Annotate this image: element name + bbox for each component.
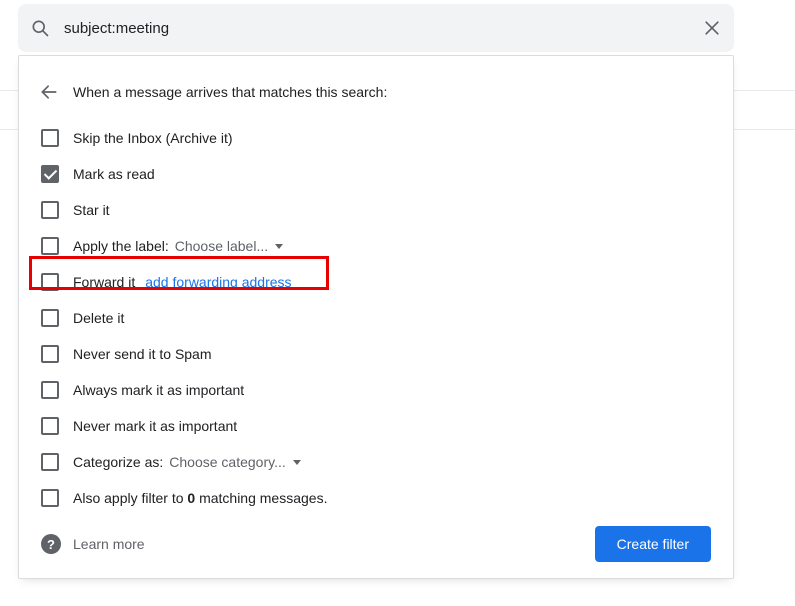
create-filter-button[interactable]: Create filter [595, 526, 711, 562]
checkbox-star[interactable] [41, 201, 59, 219]
apply-label-dropdown[interactable]: Choose label... [175, 238, 284, 254]
label-categorize: Categorize as: [73, 454, 163, 470]
chevron-down-icon [274, 241, 284, 251]
label-delete: Delete it [73, 310, 124, 326]
label-also-apply: Also apply filter to 0 matching messages… [73, 490, 327, 506]
help-icon: ? [41, 534, 61, 554]
option-never-spam[interactable]: Never send it to Spam [41, 336, 733, 372]
checkbox-skip-inbox[interactable] [41, 129, 59, 147]
categorize-dropdown-text: Choose category... [169, 454, 285, 470]
checkbox-also-apply[interactable] [41, 489, 59, 507]
learn-more-link[interactable]: ? Learn more [41, 534, 145, 554]
option-apply-label[interactable]: Apply the label: Choose label... [41, 228, 733, 264]
back-button[interactable] [37, 80, 61, 104]
option-mark-read[interactable]: Mark as read [41, 156, 733, 192]
option-categorize[interactable]: Categorize as: Choose category... [41, 444, 733, 480]
checkbox-forward[interactable] [41, 273, 59, 291]
option-delete[interactable]: Delete it [41, 300, 733, 336]
label-always-important: Always mark it as important [73, 382, 244, 398]
checkbox-always-important[interactable] [41, 381, 59, 399]
option-skip-inbox[interactable]: Skip the Inbox (Archive it) [41, 120, 733, 156]
categorize-dropdown[interactable]: Choose category... [169, 454, 301, 470]
label-never-spam: Never send it to Spam [73, 346, 212, 362]
label-forward: Forward it [73, 274, 135, 290]
filter-options-card: When a message arrives that matches this… [18, 55, 734, 579]
learn-more-text: Learn more [73, 536, 145, 552]
label-never-important: Never mark it as important [73, 418, 237, 434]
label-apply-label: Apply the label: [73, 238, 169, 254]
checkbox-apply-label[interactable] [41, 237, 59, 255]
header-title: When a message arrives that matches this… [73, 84, 387, 100]
search-icon [30, 18, 50, 38]
search-bar[interactable]: subject:meeting [18, 4, 734, 52]
option-star[interactable]: Star it [41, 192, 733, 228]
clear-search-icon[interactable] [702, 18, 722, 38]
label-skip-inbox: Skip the Inbox (Archive it) [73, 130, 233, 146]
option-never-important[interactable]: Never mark it as important [41, 408, 733, 444]
option-always-important[interactable]: Always mark it as important [41, 372, 733, 408]
label-mark-read: Mark as read [73, 166, 155, 182]
search-query[interactable]: subject:meeting [64, 20, 688, 37]
also-apply-prefix: Also apply filter to [73, 490, 187, 506]
apply-label-dropdown-text: Choose label... [175, 238, 268, 254]
also-apply-suffix: matching messages. [195, 490, 327, 506]
add-forwarding-address-link[interactable]: add forwarding address [145, 274, 291, 290]
option-forward[interactable]: Forward it add forwarding address [41, 264, 733, 300]
checkbox-never-important[interactable] [41, 417, 59, 435]
checkbox-delete[interactable] [41, 309, 59, 327]
checkbox-never-spam[interactable] [41, 345, 59, 363]
chevron-down-icon [292, 457, 302, 467]
checkbox-mark-read[interactable] [41, 165, 59, 183]
checkbox-categorize[interactable] [41, 453, 59, 471]
option-also-apply[interactable]: Also apply filter to 0 matching messages… [41, 480, 733, 516]
label-star: Star it [73, 202, 110, 218]
